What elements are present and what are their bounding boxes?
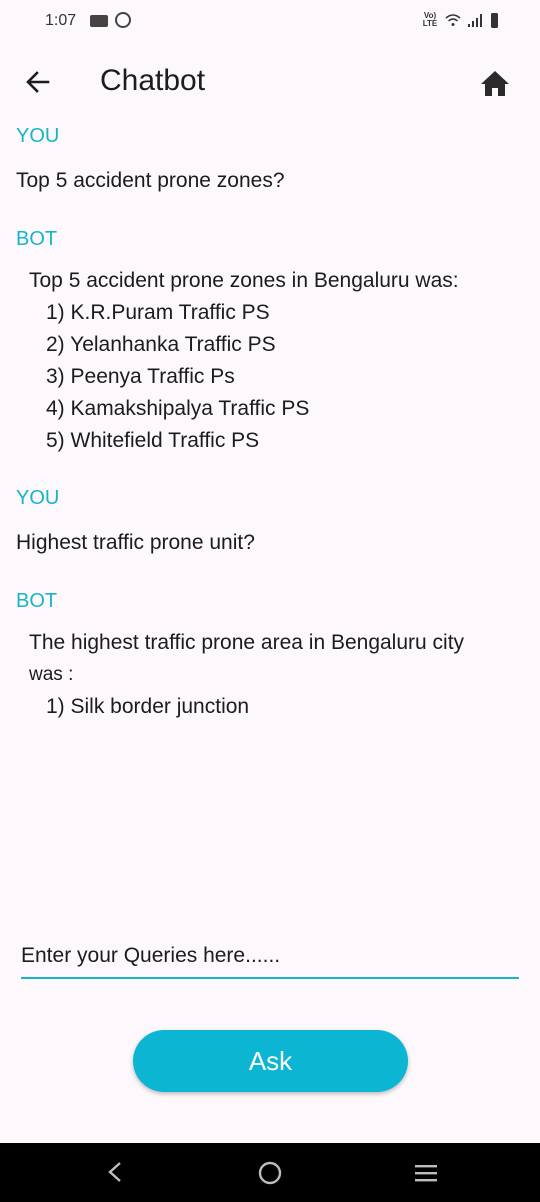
response-line: Top 5 accident prone zones in Bengaluru … (29, 269, 459, 292)
menu-icon[interactable] (414, 1163, 438, 1183)
list-item: 2) Yelanhanka Traffic PS (46, 333, 276, 356)
system-nav-bar (0, 1143, 540, 1202)
list-item: 1) K.R.Puram Traffic PS (46, 301, 270, 324)
bot-response: Top 5 accident prone zones in Bengaluru … (29, 265, 519, 457)
music-icon (115, 12, 131, 28)
bot-response: The highest traffic prone area in Bengal… (29, 627, 519, 723)
status-indicators: Vo) LTE (421, 12, 498, 28)
vivo-app-icon (90, 15, 108, 27)
app-bar: Chatbot (0, 44, 540, 120)
chevron-left-icon[interactable] (104, 1160, 126, 1184)
arrow-left-icon[interactable] (24, 68, 52, 96)
response-line: The highest traffic prone area in Bengal… (29, 631, 465, 654)
list-item: 1) Silk border junction (46, 695, 250, 718)
sender-label: BOT (16, 228, 58, 250)
list-item: 5) Whitefield Traffic PS (46, 429, 260, 452)
status-bar: 1:07 Vo) LTE (0, 0, 540, 44)
sender-label: YOU (16, 487, 60, 509)
response-line: was : (29, 664, 74, 685)
message-text: Top 5 accident prone zones? (16, 169, 285, 192)
signal-icon (468, 14, 482, 27)
battery-icon (491, 12, 498, 28)
status-time: 1:07 (45, 12, 77, 29)
home-icon[interactable] (480, 68, 510, 98)
message-text: Highest traffic prone unit? (16, 531, 255, 554)
wifi-icon (445, 14, 461, 26)
sender-label: BOT (16, 590, 58, 612)
sender-label: YOU (16, 125, 60, 147)
list-item: 3) Peenya Traffic Ps (46, 365, 235, 388)
ask-button[interactable]: Ask (133, 1030, 408, 1092)
volte-icon: Vo) LTE (422, 11, 438, 28)
query-input[interactable] (21, 935, 519, 979)
page-title: Chatbot (100, 64, 206, 97)
list-item: 4) Kamakshipalya Traffic PS (46, 397, 310, 420)
circle-icon[interactable] (258, 1161, 282, 1185)
